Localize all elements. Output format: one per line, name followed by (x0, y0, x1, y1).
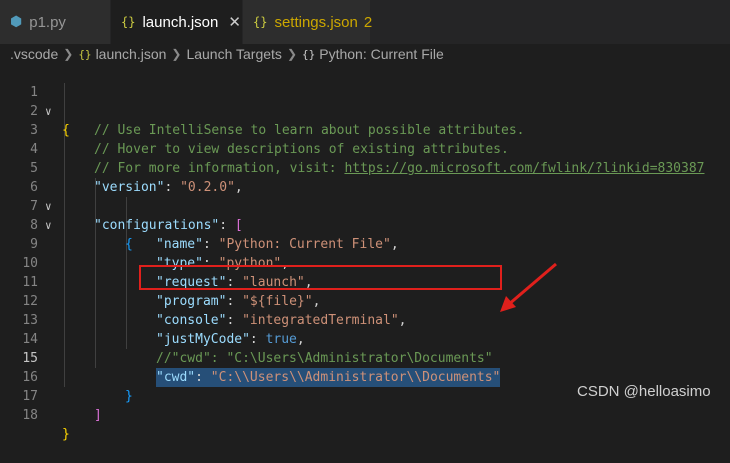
python-file-icon: ⬢ (10, 14, 23, 30)
tab-label: launch.json (142, 13, 219, 31)
json-braces-icon: {} (253, 15, 268, 29)
code-line: 3 // Hover to view descriptions of exist… (0, 102, 730, 157)
code-line: 14 //"cwd": "C:\Users\Administrator\Docu… (0, 311, 730, 366)
code-line: 10 "request": "launch", (0, 235, 730, 290)
code-line: 5 "version": "0.2.0", (0, 140, 730, 195)
tab-settings-json[interactable]: {} settings.json 2 (243, 0, 373, 44)
code-line: 9 "type": "python", (0, 216, 730, 271)
tab-p1-py[interactable]: ⬢ p1.py (0, 0, 111, 44)
code-line: 16 } (0, 349, 730, 404)
code-line: 6 ∨ "configurations": [ (0, 159, 730, 233)
code-line: 8 "name": "Python: Current File", (0, 197, 730, 252)
chevron-right-icon: ❯ (171, 47, 182, 61)
object-braces-icon: {} (302, 47, 316, 61)
tab-bar: ⬢ p1.py {} launch.json ✕ {} settings.jso… (0, 0, 730, 44)
chevron-right-icon: ❯ (286, 47, 297, 61)
tab-launch-json[interactable]: {} launch.json ✕ (111, 0, 243, 44)
code-line: 7 ∨ { (0, 178, 730, 252)
close-icon[interactable]: ✕ (228, 13, 241, 31)
code-line: 2 // Use IntelliSense to learn about pos… (0, 83, 730, 138)
code-editor[interactable]: 1 ∨ { 2 // Use IntelliSense to learn abo… (0, 64, 730, 442)
breadcrumb-item-launch-targets[interactable]: Launch Targets (186, 46, 281, 62)
breadcrumb-item-launch-json[interactable]: launch.json (96, 46, 167, 62)
code-line-selected: 15 "cwd": "C:\\Users\\Administrator\\Doc… (0, 330, 730, 387)
tab-label: p1.py (29, 13, 66, 31)
problems-badge: 2 (363, 13, 373, 31)
code-line: 4 // For more information, visit: https:… (0, 121, 730, 176)
code-line: 13 "justMyCode": true, (0, 292, 730, 347)
breadcrumb: .vscode ❯ {} launch.json ❯ Launch Target… (0, 44, 730, 64)
json-braces-icon: {} (78, 47, 92, 61)
code-line: 1 ∨ { (0, 64, 730, 138)
breadcrumb-item-vscode[interactable]: .vscode (10, 46, 58, 62)
line-number: 18 (22, 408, 38, 423)
tab-label: settings.json (274, 13, 358, 31)
chevron-right-icon: ❯ (63, 47, 74, 61)
highlight-box (139, 265, 502, 290)
breadcrumb-item-python-current-file[interactable]: Python: Current File (319, 46, 444, 62)
json-braces-icon: {} (121, 15, 136, 29)
watermark: CSDN @helloasimo (577, 383, 711, 400)
